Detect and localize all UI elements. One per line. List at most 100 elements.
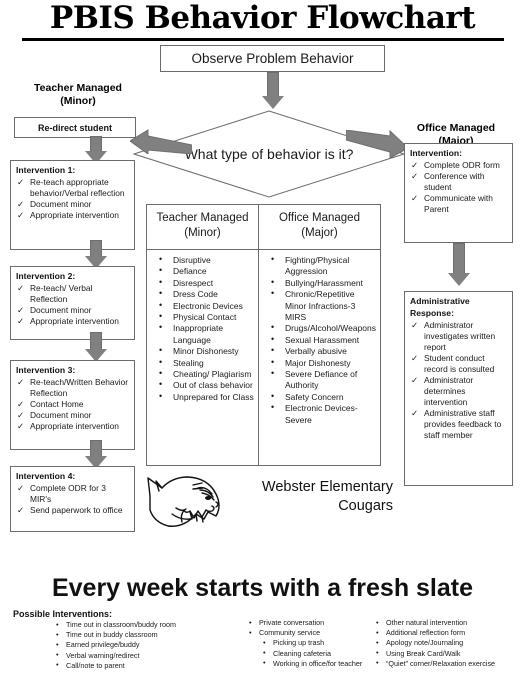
footer-c1-item-0: Time out in classroom/buddy room [66,620,176,629]
teacher-managed-label: Teacher Managed (Minor) [8,82,148,108]
bullet-icon: • [270,276,275,287]
list-item: • Severe Defiance of Authority [265,368,376,392]
list-item: ✓ Re-teach appropriate behavior/Verbal re… [16,177,129,199]
footer-c3-item-0: Other natural intervention [386,618,468,627]
office-intervention-list: ✓ Complete ODR form ✓ Conference with stud… [410,160,507,215]
administrative-response-list: ✓ Administrator investigates written repo… [410,320,507,441]
bullet-icon: • [263,648,266,658]
intervention-4-list: ✓ Complete ODR for 3 MIR's ✓ Send paperwor… [16,483,129,516]
list-item: • Other natural intervention [375,618,525,628]
intervention-2-item-1: Document minor [30,305,92,315]
list-item: • Inappropriate Language [153,322,254,346]
list-item: ✓ Send paperwork to office [16,505,129,516]
list-item: • Time out in classroom/buddy room [55,620,245,630]
teacher-item-4: Electronic Devices [173,300,243,311]
check-icon: ✓ [411,352,419,363]
teacher-item-2: Disrespect [173,277,214,288]
list-item: • Out of class behavior [153,379,254,391]
check-icon: ✓ [17,420,25,431]
teacher-column-header-line2: (Minor) [184,227,221,239]
page-title: PBIS Behavior Flowchart [49,0,476,36]
office-item-6: Major Dishonesty [284,357,351,368]
school-name-line2: Cougars [338,498,393,514]
check-icon: ✓ [17,209,25,220]
school-name: Webster Elementary Cougars [228,478,393,516]
administrative-item-3: Administrative staff provides feedback t… [424,408,502,440]
footer-c1-item-2: Earned privilege/buddy [66,640,140,650]
possible-interventions-label: Possible Interventions: [13,609,113,619]
bullet-icon: • [376,637,379,647]
school-name-line1: Webster Elementary [261,479,393,495]
footer-c1-item-1: Time out in buddy classroom [66,630,158,640]
list-item: • Electronic Devices [153,300,254,312]
list-item: • Fighting/Physical Aggression [265,254,376,278]
bullet-icon: • [376,648,379,658]
office-item-4: Sexual Harassment [284,334,360,345]
observe-label: Observe Problem Behavior [191,51,354,66]
arrow-office-intervention-to-admin [446,243,472,289]
intervention-4-item-1: Send paperwork to office [30,505,123,515]
bullet-icon: • [159,254,163,264]
list-item: ✓ Contact Home [16,399,129,410]
teacher-managed-line2: (Minor) [60,95,96,107]
bullet-icon: • [159,356,163,367]
bullet-icon: • [263,658,266,668]
list-item: ✓ Administrative staff provides feedback … [410,408,507,441]
bullet-icon: • [56,650,59,660]
check-icon: ✓ [17,398,25,409]
bullet-icon: • [263,637,266,647]
bullet-icon: • [249,627,252,637]
intervention-3-item-3: Appropriate intervention [30,421,119,431]
teacher-behavior-list: • Disruptive • Defiance • Disrespect • Dress… [147,250,258,403]
intervention-3-box: Intervention 3: ✓ Re-teach/Written Behavi… [10,360,135,450]
office-behavior-list: • Fighting/Physical Aggression • Bullying/… [259,250,380,426]
administrative-item-2: Administrator determines intervention [424,375,474,407]
teacher-item-0: Disruptive [173,255,211,265]
office-item-1: Bullying/Harassment [284,277,363,288]
list-item: • Safety Concern [265,391,376,403]
intervention-1-item-2: Appropriate intervention [30,210,119,220]
bullet-icon: • [159,311,163,322]
list-item: ✓ Document minor [16,410,129,421]
administrative-item-1: Student conduct record is consulted [424,353,495,374]
check-icon: ✓ [411,374,419,385]
intervention-2-item-2: Appropriate intervention [30,316,119,326]
administrative-response-title-line2: Response: [410,308,454,318]
list-item: ✓ Complete ODR for 3 MIR's [16,483,129,505]
check-icon: ✓ [411,159,419,170]
teacher-item-5: Physical Contact [173,312,237,323]
teacher-managed-line1: Teacher Managed [34,82,122,94]
bullet-icon: • [249,617,252,627]
footer-c2-item-1: Community service [259,628,321,638]
check-icon: ✓ [17,482,25,493]
office-column-header: Office Managed (Major) [258,205,380,250]
teacher-item-7: Minor Dishonesty [173,346,239,357]
bullet-icon: • [56,619,59,629]
intervention-4-title: Intervention 4: [16,471,76,481]
redirect-student-box: Re-direct student [14,117,136,138]
list-item: ✓ Document minor [16,199,129,210]
office-item-8: Safety Concern [284,391,344,402]
footer-c2-sub-1: Cleaning cafeteria [273,648,331,658]
intervention-3-item-1: Contact Home [30,399,84,409]
bullet-icon: • [159,322,163,333]
teacher-item-8: Stealing [173,357,204,368]
list-item: • Cleaning cafeteria [262,648,373,659]
cougar-head-icon [146,472,228,534]
intervention-2-list: ✓ Re-teach/ Verbal Reflection ✓ Document m… [16,283,129,327]
intervention-3-item-0: Re-teach/Written Behavior Reflection [30,377,129,398]
bullet-icon: • [376,617,379,627]
intervention-2-title: Intervention 2: [16,271,76,281]
office-intervention-item-2: Communicate with Parent [424,193,493,214]
bullet-icon: • [270,322,275,333]
list-item: • Stealing [153,356,254,369]
bullet-icon: • [159,345,163,356]
bullet-icon: • [159,276,163,287]
list-item: • Additional reflection form [375,628,525,638]
check-icon: ✓ [17,376,25,387]
check-icon: ✓ [17,409,25,420]
bullet-icon: • [270,254,275,264]
check-icon: ✓ [411,192,419,203]
footer-c1-item-4: Call/note to parent [66,660,125,670]
list-item: • Apology note/Journaling [375,638,525,648]
